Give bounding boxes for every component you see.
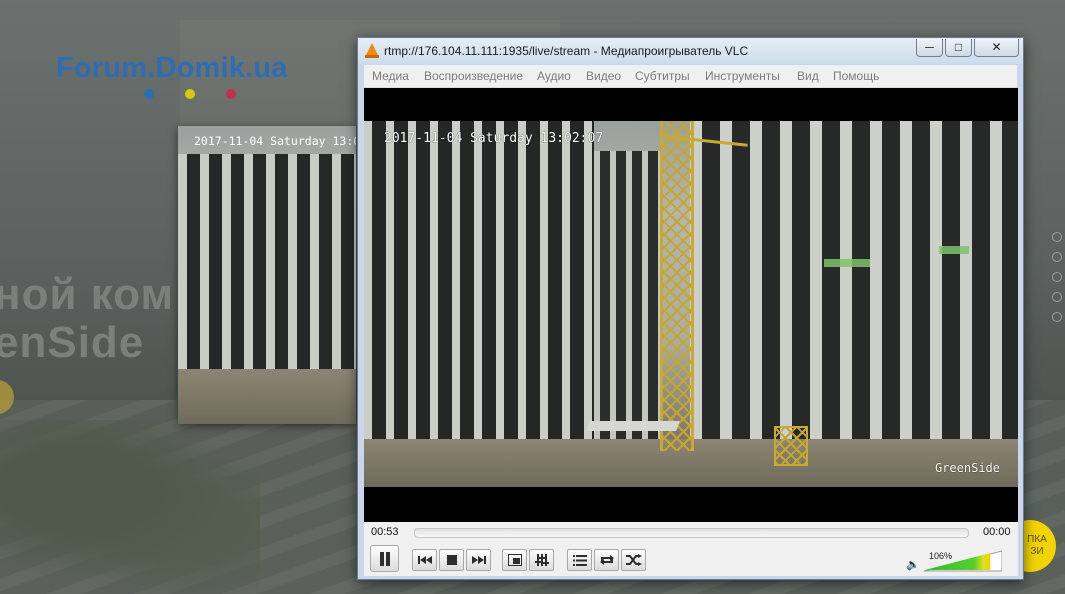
building-left-wing — [364, 121, 594, 441]
skip-back-icon — [417, 556, 432, 564]
hero-heading-line2: enSide — [0, 318, 145, 367]
building-corner — [594, 151, 660, 441]
green-netting — [824, 259, 870, 267]
vlc-window[interactable]: rtmp://176.104.11.111:1935/live/stream -… — [357, 37, 1024, 580]
maximize-button[interactable]: □ — [945, 39, 972, 57]
window-title: rtmp://176.104.11.111:1935/live/stream -… — [384, 44, 749, 58]
hero-heading-line1: ной ком — [0, 270, 175, 319]
next-button[interactable] — [466, 549, 491, 571]
minimize-button[interactable]: ─ — [916, 39, 943, 57]
menu-video[interactable]: Видео — [586, 69, 621, 83]
background-trees-image — [0, 420, 260, 594]
extended-settings-button[interactable] — [529, 549, 554, 571]
menu-playback[interactable]: Воспроизведение — [424, 69, 523, 83]
logo-dot-blue — [144, 89, 154, 99]
menu-subtitles[interactable]: Субтитры — [635, 69, 690, 83]
seek-bar[interactable] — [414, 528, 969, 538]
thumbnail-timestamp: 2017-11-04 Saturday 13:02 — [194, 134, 356, 148]
fullscreen-button[interactable] — [502, 549, 527, 571]
playlist-icon — [572, 554, 587, 566]
menu-tools[interactable]: Инструменты — [705, 69, 780, 83]
pagination-dot[interactable] — [1052, 252, 1062, 262]
pagination-dot[interactable] — [1052, 292, 1062, 302]
thumbnail-ground — [178, 369, 356, 424]
title-bar[interactable]: rtmp://176.104.11.111:1935/live/stream -… — [358, 38, 1023, 64]
building-right-wing — [690, 121, 1018, 451]
elapsed-time: 00:53 — [371, 526, 399, 538]
playlist-button[interactable] — [567, 549, 592, 571]
menu-bar: Медиа Воспроизведение Аудио Видео Субтит… — [364, 65, 1017, 88]
website-webcam-thumbnail[interactable]: 2017-11-04 Saturday 13:02 — [178, 126, 356, 424]
pagination-dot[interactable] — [1052, 272, 1062, 282]
pagination-dot[interactable] — [1052, 312, 1062, 322]
menu-view[interactable]: Вид — [797, 69, 819, 83]
logo-dot-red — [226, 89, 236, 99]
volume-percent: 106% — [929, 551, 953, 561]
remaining-time: 00:00 — [983, 526, 1011, 538]
vlc-cone-icon — [365, 43, 379, 58]
site-logo[interactable]: Forum.Domik.ua — [56, 52, 288, 85]
shuffle-button[interactable] — [621, 549, 646, 571]
pagination-dot[interactable] — [1052, 232, 1062, 242]
pause-button[interactable] — [370, 545, 399, 572]
previous-button[interactable] — [412, 549, 437, 571]
menu-media[interactable]: Медиа — [372, 69, 409, 83]
video-timestamp: 2017-11-04 Saturday 13:02:07 — [384, 131, 604, 146]
slider-pagination[interactable] — [1052, 232, 1062, 332]
sliders-icon — [534, 554, 549, 566]
video-area[interactable]: 2017-11-04 Saturday 13:02:07 GreenSide — [364, 88, 1018, 522]
scaffold-tower — [774, 426, 808, 466]
stop-button[interactable] — [439, 549, 464, 571]
speaker-icon[interactable]: 🔈 — [906, 558, 920, 571]
shuffle-icon — [625, 554, 642, 566]
menu-help[interactable]: Помощь — [833, 69, 879, 83]
video-frame: 2017-11-04 Saturday 13:02:07 GreenSide — [364, 121, 1018, 487]
fullscreen-icon — [507, 554, 522, 566]
menu-audio[interactable]: Аудио — [537, 69, 571, 83]
loop-button[interactable] — [594, 549, 619, 571]
close-icon: ✕ — [991, 40, 1002, 54]
tower-crane — [660, 121, 694, 451]
thumbnail-building — [178, 154, 356, 369]
video-watermark: GreenSide — [934, 461, 1000, 475]
stop-icon — [446, 555, 457, 565]
skip-forward-icon — [471, 556, 486, 564]
pause-icon — [379, 551, 390, 566]
playback-controls: 00:53 00:00 🔈 106% — [364, 522, 1018, 576]
logo-dot-yellow — [185, 89, 195, 99]
maximize-icon: □ — [954, 40, 963, 54]
loop-icon — [599, 555, 614, 565]
green-netting — [939, 246, 969, 254]
close-button[interactable]: ✕ — [974, 39, 1019, 57]
site-shed — [586, 421, 680, 431]
minimize-icon: ─ — [925, 40, 934, 54]
